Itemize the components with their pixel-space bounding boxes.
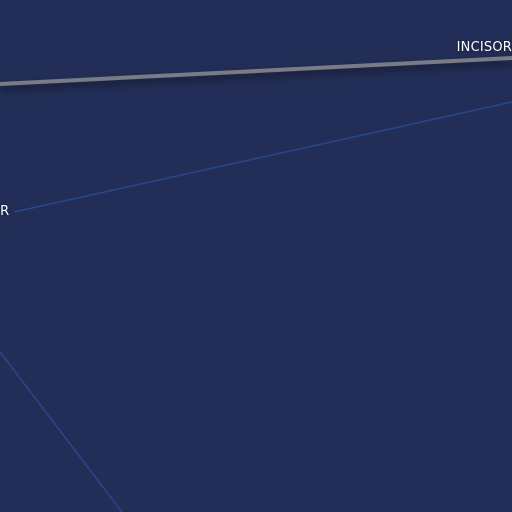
road-label-incisor: INCISOR — [456, 40, 512, 55]
map-background — [0, 0, 512, 512]
map-viewport[interactable]: INCISOR AR Z — [0, 0, 512, 512]
road-label-partial-ar: AR — [0, 204, 10, 219]
map-canvas[interactable] — [0, 0, 512, 512]
